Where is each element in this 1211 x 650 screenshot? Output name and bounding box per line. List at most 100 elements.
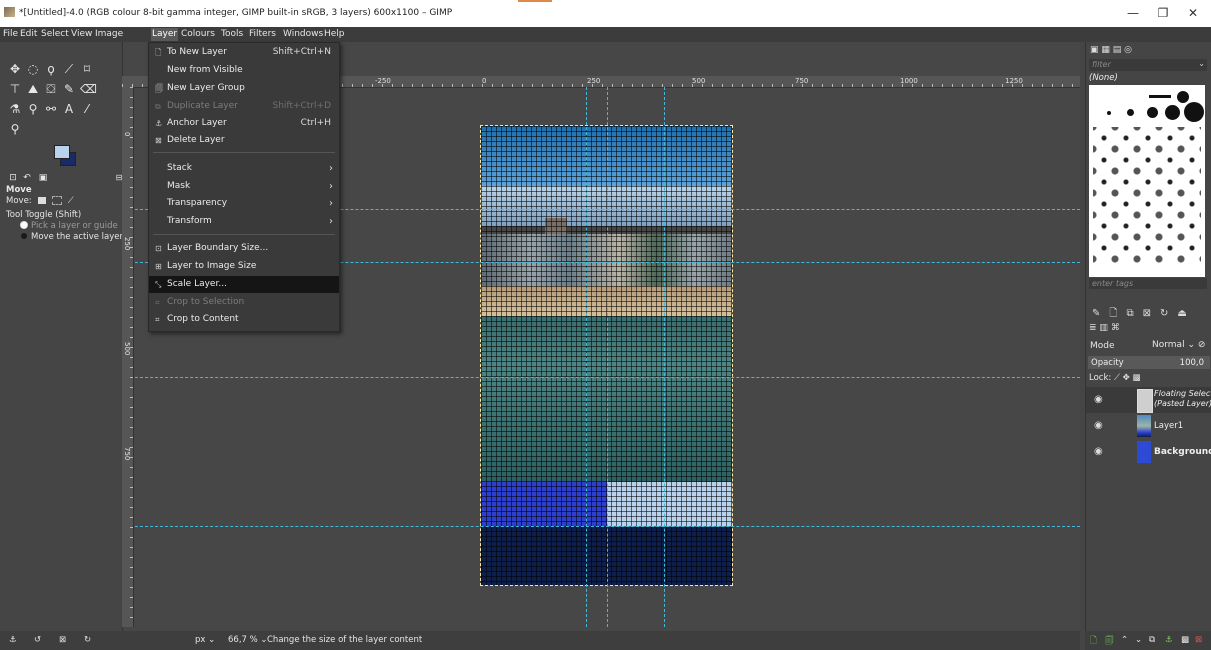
new-from-visible-item[interactable]: New from Visible (149, 62, 339, 79)
vertical-ruler[interactable]: 0 250 500 750 (122, 87, 134, 627)
save-options-icon[interactable]: ⚓ (9, 635, 17, 645)
anchor-layer-item[interactable]: ⚓ Anchor Layer Ctrl+H (149, 115, 339, 132)
radio-icon[interactable] (21, 222, 27, 228)
channels-tab-icon[interactable]: ▥ (1099, 323, 1108, 333)
menu-layer[interactable]: Layer (151, 28, 179, 41)
chevron-down-icon[interactable]: ⌄ (1198, 59, 1205, 68)
lock-alpha-icon[interactable]: ▩ (1132, 373, 1140, 383)
paths-icon[interactable]: ⚲ (26, 102, 40, 116)
zoom-icon[interactable]: ⚲ (8, 122, 22, 136)
anchor-layer-icon[interactable]: ⚓ (1165, 635, 1173, 645)
new-layer-group-item[interactable]: 🗐 New Layer Group (149, 80, 339, 97)
crop-to-content-item[interactable]: ⌗ Crop to Content (149, 311, 339, 328)
device-status-icon[interactable]: ⊡ (6, 171, 20, 185)
menu-filters[interactable]: Filters (248, 28, 277, 41)
move-layer-mode-icon[interactable] (38, 197, 47, 204)
menu-select[interactable]: Select (40, 28, 70, 41)
transparency-submenu[interactable]: Transparency › (149, 195, 339, 212)
crop-to-selection-item[interactable]: ⌗ Crop to Selection (149, 294, 339, 311)
layers-tab-icon[interactable]: ≣ (1089, 323, 1097, 333)
brush-filter-input[interactable]: filter ⌄ (1089, 59, 1207, 71)
warp-icon[interactable]: ⛰ (26, 82, 40, 96)
layer-to-image-size-item[interactable]: ⊞ Layer to Image Size (149, 258, 339, 275)
reset-options-icon[interactable]: ↻ (84, 635, 91, 645)
clone-icon[interactable]: ⚗ (8, 102, 22, 116)
eraser-icon[interactable]: ⌫ (80, 82, 97, 96)
restore-button[interactable]: ❐ (1151, 5, 1175, 21)
mask-icon[interactable]: ▩ (1181, 635, 1189, 645)
lower-layer-icon[interactable]: ⌄ (1135, 635, 1142, 645)
edit-brush-icon[interactable]: ✎ (1092, 308, 1109, 319)
transform-submenu[interactable]: Transform › (149, 213, 339, 230)
tags-input[interactable]: enter tags (1089, 278, 1207, 289)
pick-layer-option[interactable]: Pick a layer or guide (0, 221, 120, 231)
new-group-icon[interactable]: 🗐 (1105, 635, 1114, 649)
menu-view[interactable]: View (70, 28, 93, 41)
duplicate-layer-icon[interactable]: ⧉ (1149, 635, 1155, 645)
layer-row-floating[interactable]: ◉ Floating Selection (Pasted Layer) (1086, 387, 1211, 413)
duplicate-brush-icon[interactable]: ⧉ (1126, 308, 1142, 319)
duplicate-layer-item[interactable]: ⧉ Duplicate Layer Shift+Ctrl+D (149, 98, 339, 115)
layer-boundary-size-item[interactable]: ⊡ Layer Boundary Size... (149, 240, 339, 257)
fuzzy-select-icon[interactable]: ⟋ (62, 62, 76, 76)
restore-options-icon[interactable]: ↺ (34, 635, 41, 645)
patterns-tab-icon[interactable]: ▦ (1101, 45, 1110, 55)
unit-select[interactable]: px ⌄ (195, 635, 215, 645)
pencil-icon[interactable]: ✎ (62, 82, 76, 96)
images-icon[interactable]: ▣ (36, 171, 50, 185)
lock-position-icon[interactable]: ✥ (1123, 373, 1130, 383)
stack-submenu[interactable]: Stack › (149, 160, 339, 177)
move-selection-mode-icon[interactable] (52, 196, 63, 205)
help-tab-icon[interactable]: ◎ (1124, 45, 1132, 55)
brush-grid[interactable] (1089, 85, 1205, 277)
smudge-icon[interactable]: ⁄ (80, 102, 94, 116)
open-brush-folder-icon[interactable]: ⏏ (1177, 308, 1195, 319)
brushes-tab-icon[interactable]: ▣ (1090, 45, 1099, 55)
lock-pixels-icon[interactable]: ⟋ (1114, 373, 1120, 383)
vertical-guide[interactable] (664, 87, 665, 627)
move-tool-icon[interactable]: ✥ (8, 62, 22, 76)
refresh-brushes-icon[interactable]: ↻ (1160, 308, 1177, 319)
raise-layer-icon[interactable]: ⌃ (1121, 635, 1128, 645)
menu-colours[interactable]: Colours (180, 28, 216, 41)
text-tool-icon[interactable]: A (62, 102, 76, 116)
to-new-layer-item[interactable]: 🗋 To New Layer Shift+Ctrl+N (149, 44, 339, 61)
radio-icon[interactable] (21, 233, 27, 239)
gradients-tab-icon[interactable]: ▤ (1113, 45, 1122, 55)
vertical-guide[interactable] (607, 87, 608, 627)
zoom-select[interactable]: 66,7 % ⌄ (228, 635, 268, 645)
bucket-icon[interactable]: ⛋ (44, 82, 58, 96)
menu-edit[interactable]: Edit (19, 28, 38, 41)
delete-layer-icon[interactable]: ⊠ (1195, 635, 1202, 645)
new-layer-icon[interactable]: 🗋 (1090, 635, 1097, 649)
lasso-icon[interactable]: ϙ (44, 62, 58, 76)
delete-brush-icon[interactable]: ⊠ (1143, 308, 1160, 319)
layer-row-background[interactable]: ◉ Background (1086, 439, 1211, 465)
ellipse-select-icon[interactable]: ◌ (26, 62, 40, 76)
minimize-button[interactable]: — (1121, 5, 1145, 21)
crop-icon[interactable]: ⌑ (80, 62, 94, 76)
menu-windows[interactable]: Windows (282, 28, 324, 41)
eye-icon[interactable]: ◉ (1094, 420, 1103, 431)
new-brush-icon[interactable]: 🗋 (1109, 308, 1126, 319)
eye-icon[interactable]: ◉ (1094, 446, 1103, 457)
vertical-guide[interactable] (586, 87, 587, 627)
menu-help[interactable]: Help (323, 28, 346, 41)
undo-history-icon[interactable]: ↶ (20, 171, 34, 185)
menu-file[interactable]: File (2, 28, 19, 41)
transform-icon[interactable]: ⊤ (8, 82, 22, 96)
eye-icon[interactable]: ◉ (1094, 394, 1103, 405)
scale-layer-item[interactable]: ⤡ Scale Layer... (149, 276, 339, 293)
picker-icon[interactable]: ⚯ (44, 102, 58, 116)
close-button[interactable]: ✕ (1181, 5, 1205, 21)
delete-layer-item[interactable]: ⊠ Delete Layer (149, 132, 339, 149)
mode-select[interactable]: Normal ⌄ ⊘ (1152, 340, 1205, 350)
mask-submenu[interactable]: Mask › (149, 178, 339, 195)
delete-options-icon[interactable]: ⊠ (59, 635, 66, 645)
move-path-mode-icon[interactable]: ⟋ (68, 196, 74, 206)
reset-mode-icon[interactable]: ⊘ (1198, 340, 1206, 350)
opacity-slider[interactable]: Opacity 100,0 (1088, 356, 1210, 369)
menu-tools[interactable]: Tools (220, 28, 244, 41)
foreground-colour-swatch[interactable] (54, 145, 70, 159)
menu-image[interactable]: Image (94, 28, 124, 41)
